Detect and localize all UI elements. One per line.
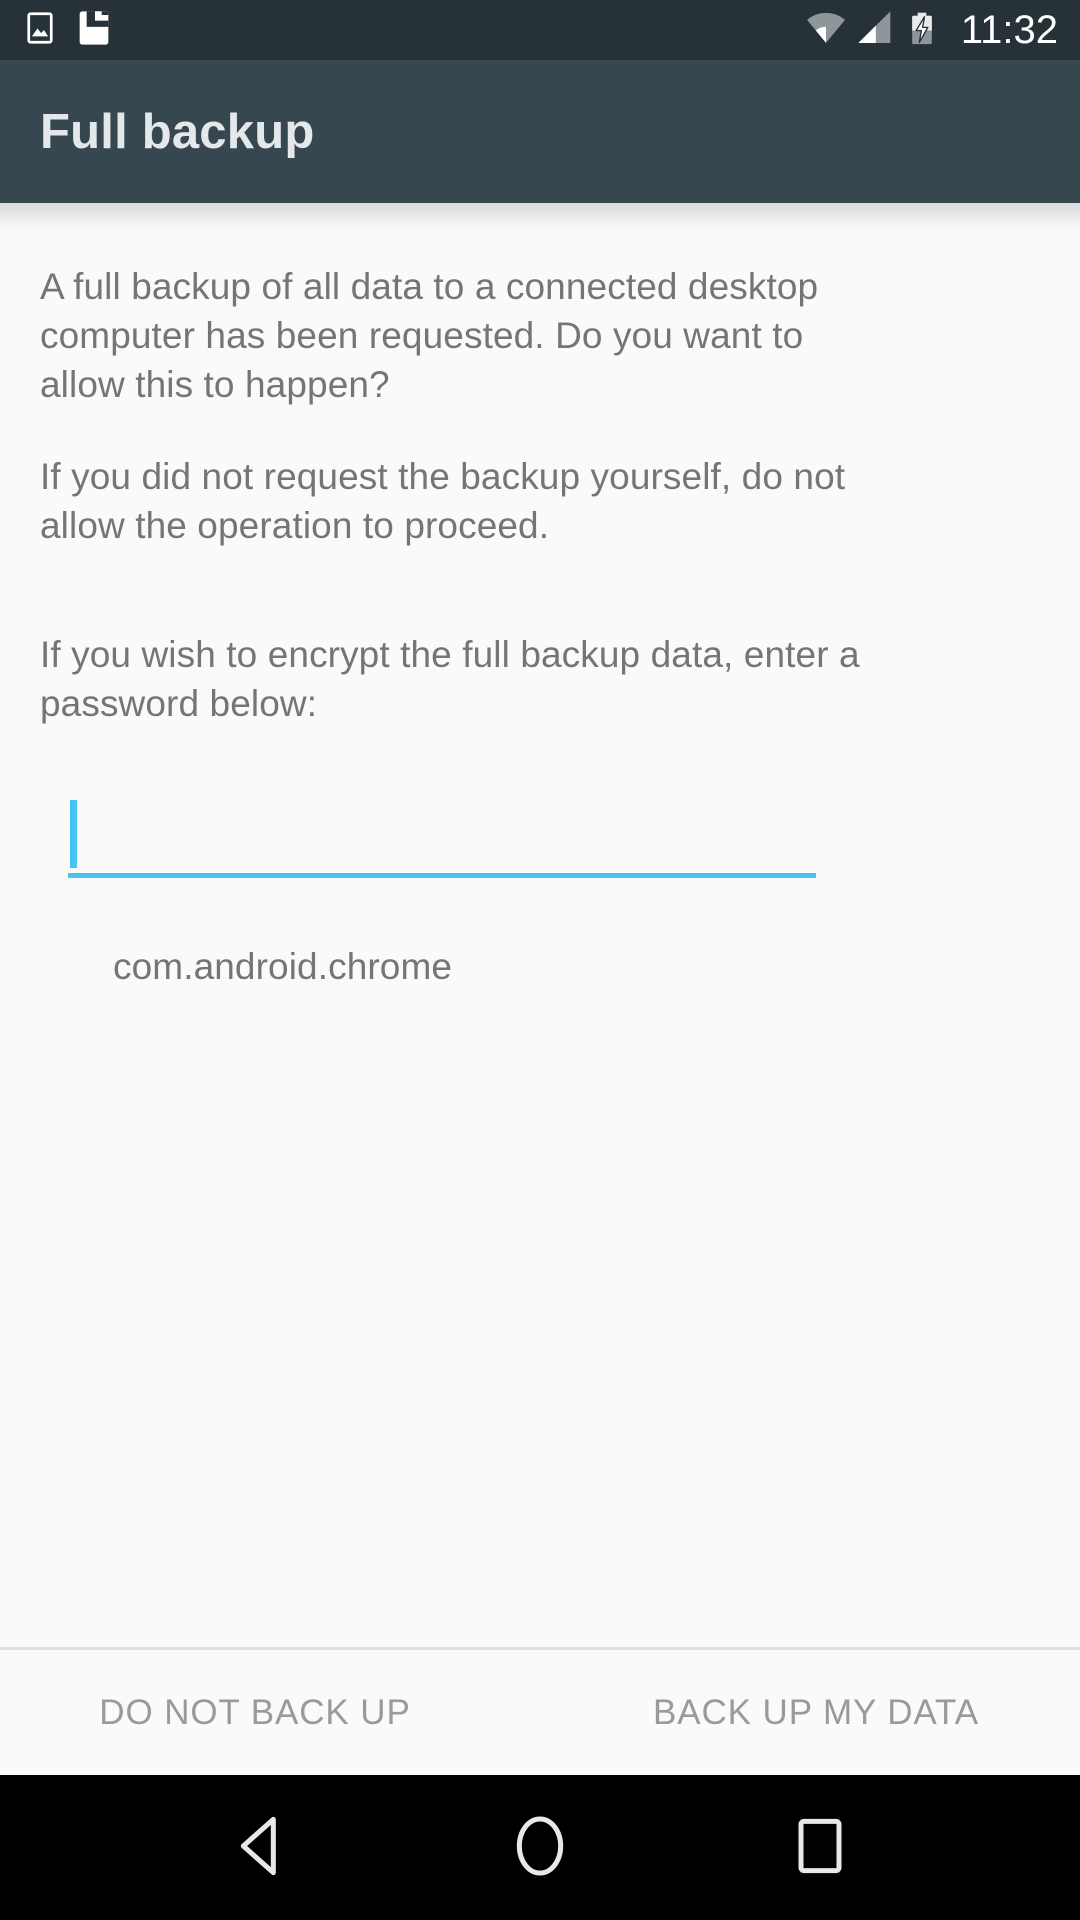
battery-charging-icon bbox=[903, 9, 941, 52]
cellular-signal-icon bbox=[855, 8, 895, 53]
navigation-bar bbox=[0, 1775, 1080, 1920]
status-bar-clock: 11:32 bbox=[960, 8, 1058, 52]
status-bar-system-icons: 11:32 bbox=[805, 7, 1058, 54]
image-icon bbox=[22, 10, 58, 51]
text-caret bbox=[70, 800, 77, 868]
do-not-back-up-button[interactable]: DO NOT BACK UP bbox=[0, 1650, 540, 1775]
app-bar: Full backup bbox=[0, 60, 1080, 203]
scroll-container[interactable]: A full backup of all data to a connected… bbox=[0, 203, 1080, 1647]
back-up-my-data-button[interactable]: BACK UP MY DATA bbox=[540, 1650, 1080, 1775]
android-screen: 11:32 Full backup A full backup of all d… bbox=[0, 0, 1080, 1920]
recents-icon bbox=[780, 1806, 860, 1889]
backup-request-paragraph: A full backup of all data to a connected… bbox=[40, 266, 819, 405]
status-bar-notification-icons bbox=[22, 8, 114, 53]
home-icon bbox=[500, 1806, 580, 1889]
page-title: Full backup bbox=[40, 104, 315, 159]
backup-warning-paragraph: If you did not request the backup yourse… bbox=[40, 456, 846, 546]
save-card-icon bbox=[74, 8, 114, 53]
back-button[interactable] bbox=[195, 1783, 325, 1913]
recents-button[interactable] bbox=[755, 1783, 885, 1913]
package-name-label: com.android.chrome bbox=[113, 946, 453, 987]
password-instruction-paragraph: If you wish to encrypt the full backup d… bbox=[40, 634, 860, 724]
wifi-icon bbox=[805, 7, 847, 54]
back-icon bbox=[220, 1806, 300, 1889]
password-field-container[interactable] bbox=[68, 783, 816, 878]
content-area: A full backup of all data to a connected… bbox=[0, 203, 1080, 1775]
password-input[interactable] bbox=[68, 783, 816, 873]
status-bar: 11:32 bbox=[0, 0, 1080, 60]
home-button[interactable] bbox=[475, 1783, 605, 1913]
button-bar: DO NOT BACK UP BACK UP MY DATA bbox=[0, 1650, 1080, 1775]
